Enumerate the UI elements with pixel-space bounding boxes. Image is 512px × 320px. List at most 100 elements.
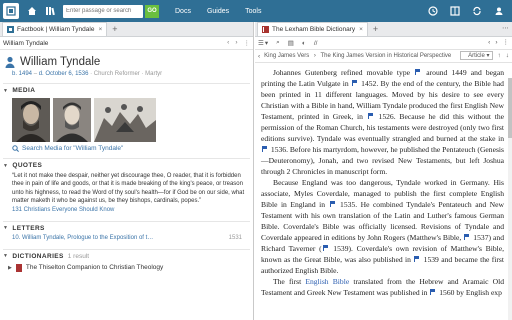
book-icon xyxy=(262,26,269,33)
topic-bar: William Tyndale ‹ › ⋮ xyxy=(0,37,253,50)
history-icon[interactable] xyxy=(422,2,444,20)
section-title: MEDIA xyxy=(12,87,36,94)
article-text: Johannes Gutenberg refined movable type xyxy=(273,68,415,77)
search-input[interactable] xyxy=(63,4,143,18)
close-icon[interactable]: × xyxy=(98,26,102,33)
search-media-label: Search Media for "William Tyndale" xyxy=(22,145,124,152)
dictionary-title: The Thiselton Companion to Christian The… xyxy=(25,264,164,272)
chevron-right-icon[interactable]: › xyxy=(495,39,497,46)
visual-filter-icon[interactable]: ◐ xyxy=(302,40,306,47)
menu-docs[interactable]: Docs xyxy=(175,8,191,15)
article-body: Johannes Gutenberg refined movable type … xyxy=(255,63,512,298)
factbook-pane: Factbook | William Tyndale × + William T… xyxy=(0,22,254,320)
home-icon[interactable] xyxy=(23,2,41,20)
more-icon[interactable]: ⋮ xyxy=(244,39,251,47)
sync-icon[interactable] xyxy=(466,2,488,20)
topic-field[interactable]: William Tyndale xyxy=(3,40,48,47)
logos-logo-icon[interactable] xyxy=(3,3,19,19)
main-toolbar: GO Docs Guides Tools xyxy=(0,0,512,22)
chevron-left-icon[interactable]: ‹ xyxy=(227,39,229,47)
chevron-right-icon[interactable]: › xyxy=(235,39,237,47)
tab-factbook[interactable]: Factbook | William Tyndale × xyxy=(2,22,108,36)
scrollbar-thumb[interactable] xyxy=(508,78,512,138)
person-icon xyxy=(5,56,15,68)
born-link[interactable]: b. 1494 xyxy=(12,71,32,77)
article-text: The first xyxy=(273,277,306,286)
chevron-left-icon[interactable]: ‹ xyxy=(258,53,260,60)
chevron-down-icon[interactable]: ▾ xyxy=(265,39,268,47)
chevron-left-icon[interactable]: ‹ xyxy=(488,39,490,46)
article-paragraph: The first English Bible translated from … xyxy=(261,276,504,298)
tab-lexham[interactable]: The Lexham Bible Dictionary × xyxy=(257,22,368,36)
media-thumbnail[interactable] xyxy=(53,98,91,142)
collapse-triangle-icon: ▼ xyxy=(3,162,9,169)
article-paragraph: Because England was too dangerous, Tynda… xyxy=(261,177,504,276)
factbook-tabbar: Factbook | William Tyndale × + xyxy=(0,22,253,37)
divider xyxy=(3,220,250,222)
search-media-link[interactable]: Search Media for "William Tyndale" xyxy=(12,145,253,152)
quote-source-link[interactable]: 131 Christians Everyone Should Know xyxy=(12,207,253,213)
letter-title: 10. William Tyndale, Prologue to the Exp… xyxy=(12,234,154,241)
died-link[interactable]: d. October 6, 1536 xyxy=(39,71,89,77)
list-item[interactable]: ▶ The Thiselton Companion to Christian T… xyxy=(8,263,253,272)
arrow-down-icon[interactable]: ↓ xyxy=(506,52,509,59)
section-quotes-header[interactable]: ▼ QUOTES xyxy=(3,162,253,169)
timeline-flag-icon[interactable] xyxy=(329,201,336,207)
article-link[interactable]: English Bible xyxy=(305,277,349,286)
media-thumbnail[interactable] xyxy=(12,98,50,142)
timeline-flag-icon[interactable] xyxy=(430,289,436,295)
section-media-header[interactable]: ▼ MEDIA xyxy=(3,87,253,94)
search-icon[interactable]: ⌕ xyxy=(276,39,280,47)
scrollbar[interactable] xyxy=(508,78,512,320)
divider xyxy=(3,83,250,84)
factbook-icon xyxy=(7,26,14,33)
life-dates: b. 1494 – d. October 6, 1536 · Church Re… xyxy=(12,71,253,77)
timeline-flag-icon[interactable] xyxy=(415,69,421,75)
timeline-flag-icon[interactable] xyxy=(322,245,329,251)
roles-text: · Church Reformer · Martyr xyxy=(90,71,163,77)
toc-icon[interactable]: ☰ xyxy=(258,39,264,47)
arrow-up-icon[interactable]: ↑ xyxy=(498,52,501,59)
divider xyxy=(3,158,250,159)
timeline-flag-icon[interactable] xyxy=(351,80,358,86)
search-icon xyxy=(12,145,19,152)
breadcrumb-item[interactable]: King James Vers xyxy=(264,53,309,59)
article-text: 1560 by English exp xyxy=(437,288,502,297)
go-button[interactable]: GO xyxy=(145,4,159,18)
article-paragraph: Johannes Gutenberg refined movable type … xyxy=(261,67,504,177)
media-thumbnail[interactable] xyxy=(94,98,156,142)
page-title: William Tyndale xyxy=(20,56,101,68)
section-title: LETTERS xyxy=(12,224,45,232)
article-select[interactable]: Article ▾ xyxy=(460,51,493,60)
letter-year: 1531 xyxy=(228,234,242,241)
menu-tools[interactable]: Tools xyxy=(245,8,261,15)
library-icon[interactable] xyxy=(41,2,59,20)
timeline-flag-icon[interactable] xyxy=(367,113,374,119)
collapse-triangle-icon: ▼ xyxy=(3,225,9,232)
section-letters-header[interactable]: ▼ LETTERS xyxy=(3,225,253,232)
panel-menu-icon[interactable]: ⋯ xyxy=(502,24,509,32)
parallel-icon[interactable]: // xyxy=(314,40,318,47)
account-icon[interactable] xyxy=(488,2,510,20)
article-label: Article xyxy=(468,53,485,59)
add-tab-icon[interactable]: + xyxy=(112,24,117,34)
book-icon xyxy=(15,263,22,272)
media-thumbnails xyxy=(12,98,253,142)
expand-triangle-icon[interactable]: ▶ xyxy=(8,265,12,271)
timeline-flag-icon[interactable] xyxy=(262,146,268,152)
breadcrumb-separator: › xyxy=(313,53,316,59)
timeline-flag-icon[interactable] xyxy=(414,256,420,262)
layouts-icon[interactable] xyxy=(444,2,466,20)
breadcrumb-item[interactable]: The King James Version in Historical Per… xyxy=(320,53,451,59)
list-item[interactable]: 10. William Tyndale, Prologue to the Exp… xyxy=(12,235,242,241)
divider xyxy=(3,248,250,250)
timeline-flag-icon[interactable] xyxy=(464,234,470,240)
add-tab-icon[interactable]: + xyxy=(373,24,378,34)
section-dictionaries-header[interactable]: ▼ DICTIONARIES 1 result xyxy=(3,253,253,260)
lexham-pane: The Lexham Bible Dictionary × + ⋯ ☰ ▾ ⌕ … xyxy=(255,22,512,320)
layers-icon[interactable]: ▤ xyxy=(288,39,294,47)
result-count: 1 result xyxy=(67,252,90,260)
close-icon[interactable]: × xyxy=(359,26,363,33)
menu-guides[interactable]: Guides xyxy=(207,8,229,15)
more-icon[interactable]: ⋮ xyxy=(503,38,510,46)
